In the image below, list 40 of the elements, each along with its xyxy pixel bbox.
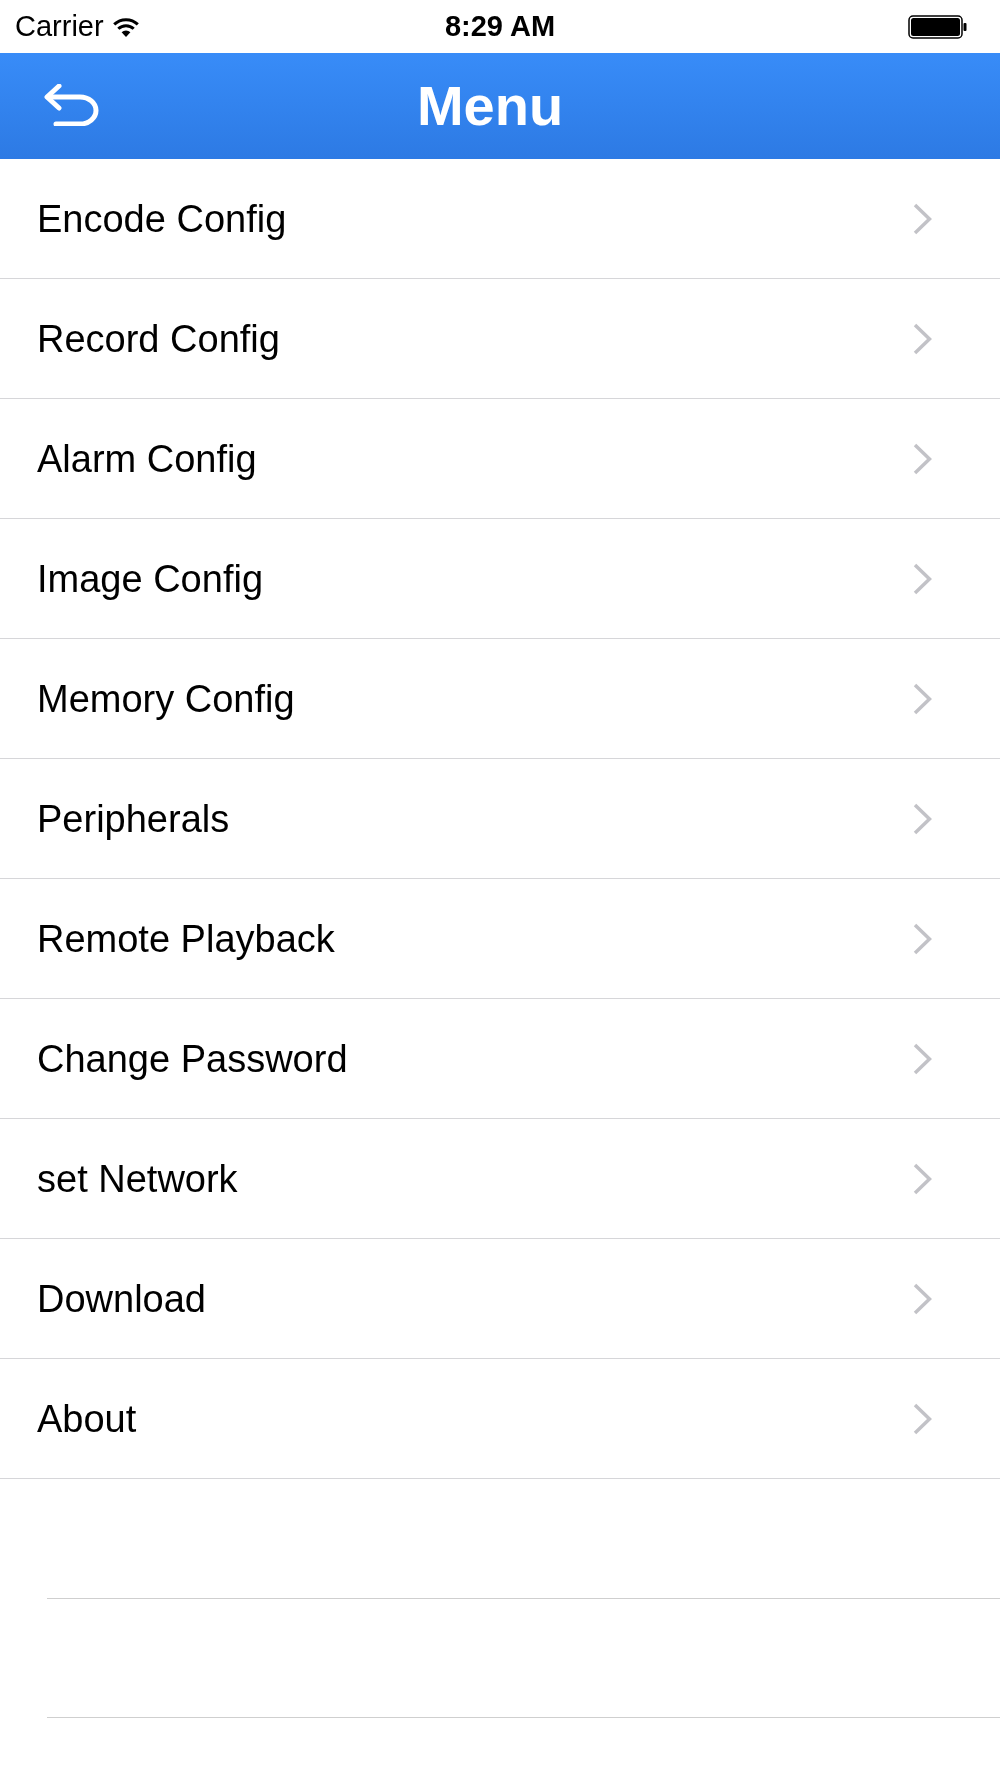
chevron-right-icon <box>913 1042 932 1075</box>
menu-item[interactable]: set Network <box>0 1119 1000 1239</box>
menu-item-label: Change Password <box>37 1039 348 1078</box>
chevron-right-icon <box>913 442 932 475</box>
menu-item-label: Record Config <box>37 319 280 358</box>
menu-item[interactable]: Image Config <box>0 519 1000 639</box>
menu-item[interactable]: Download <box>0 1239 1000 1359</box>
menu-item-label: Memory Config <box>37 679 295 718</box>
menu-item[interactable]: Memory Config <box>0 639 1000 759</box>
chevron-right-icon <box>913 1162 932 1195</box>
menu-item-label: Alarm Config <box>37 439 257 478</box>
wifi-icon <box>111 15 140 38</box>
carrier-label: Carrier <box>15 12 104 41</box>
chevron-right-icon <box>913 1282 932 1315</box>
clock-time: 8:29 AM <box>444 12 556 41</box>
menu-item[interactable]: Alarm Config <box>0 399 1000 519</box>
menu-item-label: Remote Playback <box>37 919 335 958</box>
menu-item[interactable]: About <box>0 1359 1000 1479</box>
menu-item[interactable]: Change Password <box>0 999 1000 1119</box>
menu-item-label: Peripherals <box>37 799 230 838</box>
chevron-right-icon <box>913 1402 932 1435</box>
menu-item-label: Download <box>37 1279 206 1318</box>
battery-icon <box>908 14 967 39</box>
back-button[interactable] <box>42 84 100 126</box>
menu-item-label: Image Config <box>37 559 263 598</box>
menu-item[interactable]: Remote Playback <box>0 879 1000 999</box>
chevron-right-icon <box>913 922 932 955</box>
menu-item-label: About <box>37 1399 137 1438</box>
page-title: Menu <box>416 78 564 134</box>
chevron-right-icon <box>913 682 932 715</box>
menu-item[interactable]: Peripherals <box>0 759 1000 879</box>
chevron-right-icon <box>913 202 932 235</box>
chevron-right-icon <box>913 562 932 595</box>
chevron-right-icon <box>913 802 932 835</box>
menu-item-label: set Network <box>37 1159 238 1198</box>
back-arrow-icon <box>42 84 100 126</box>
chevron-right-icon <box>913 322 932 355</box>
menu-item[interactable]: Encode Config <box>0 159 1000 279</box>
menu-item[interactable]: Record Config <box>0 279 1000 399</box>
menu-item-label: Encode Config <box>37 199 287 238</box>
